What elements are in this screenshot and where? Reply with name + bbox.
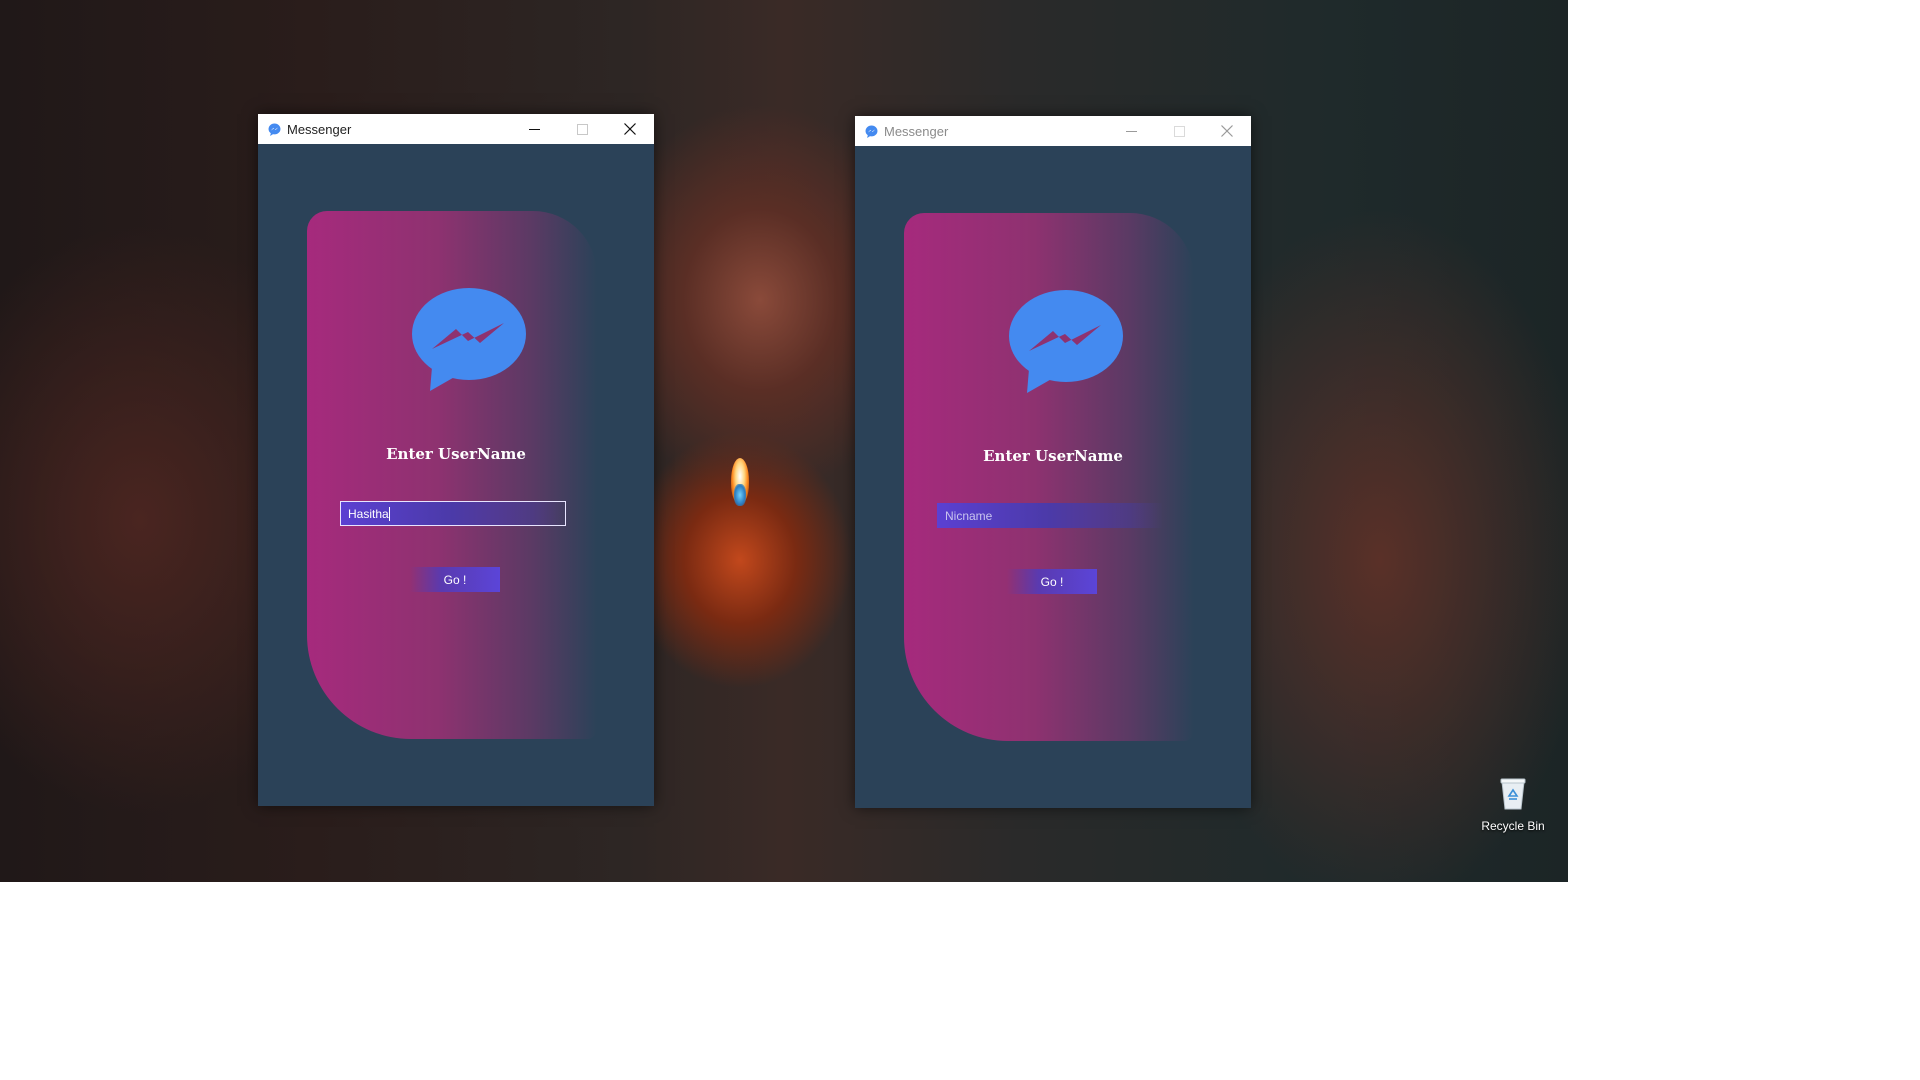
go-button[interactable]: Go ! xyxy=(1007,569,1097,594)
username-input[interactable] xyxy=(340,501,566,526)
title-bar[interactable]: Messenger xyxy=(855,116,1251,146)
maximize-icon xyxy=(576,123,588,135)
messenger-window-1: Messenger Enter UserName Hasitha Go ! xyxy=(258,114,654,806)
card-heading: Enter UserName xyxy=(983,447,1123,465)
recycle-bin-label: Recycle Bin xyxy=(1481,819,1545,833)
messenger-icon xyxy=(864,124,878,138)
desktop: Messenger Enter UserName Hasitha Go ! Me… xyxy=(0,0,1568,882)
window-controls xyxy=(510,114,654,144)
close-button[interactable] xyxy=(1203,116,1251,146)
lighter-flame-base xyxy=(734,484,746,506)
minimize-button[interactable] xyxy=(510,114,558,144)
messenger-icon xyxy=(267,122,281,136)
go-button[interactable]: Go ! xyxy=(410,567,500,592)
window-client: Enter UserName Go ! xyxy=(258,144,654,806)
close-icon xyxy=(624,123,636,135)
text-caret xyxy=(389,507,390,521)
login-card: Enter UserName Go ! xyxy=(904,213,1194,741)
username-input[interactable] xyxy=(937,503,1163,528)
maximize-icon xyxy=(1173,125,1185,137)
messenger-logo-icon xyxy=(1009,290,1123,393)
close-icon xyxy=(1221,125,1233,137)
window-controls xyxy=(1107,116,1251,146)
window-title: Messenger xyxy=(884,123,949,139)
minimize-icon xyxy=(528,128,540,130)
window-client: Enter UserName Go ! xyxy=(855,146,1251,808)
recycle-bin-icon xyxy=(1500,778,1526,810)
minimize-button[interactable] xyxy=(1107,116,1155,146)
card-heading: Enter UserName xyxy=(386,445,526,463)
minimize-icon xyxy=(1125,130,1137,132)
close-button[interactable] xyxy=(606,114,654,144)
window-title: Messenger xyxy=(287,121,352,137)
messenger-logo-icon xyxy=(412,288,526,391)
title-bar[interactable]: Messenger xyxy=(258,114,654,144)
messenger-window-2: Messenger Enter UserName Nicname Go ! xyxy=(855,116,1251,808)
maximize-button[interactable] xyxy=(558,114,606,144)
recycle-bin-shortcut[interactable]: Recycle Bin xyxy=(1478,776,1548,833)
maximize-button[interactable] xyxy=(1155,116,1203,146)
login-card: Enter UserName Go ! xyxy=(307,211,597,739)
